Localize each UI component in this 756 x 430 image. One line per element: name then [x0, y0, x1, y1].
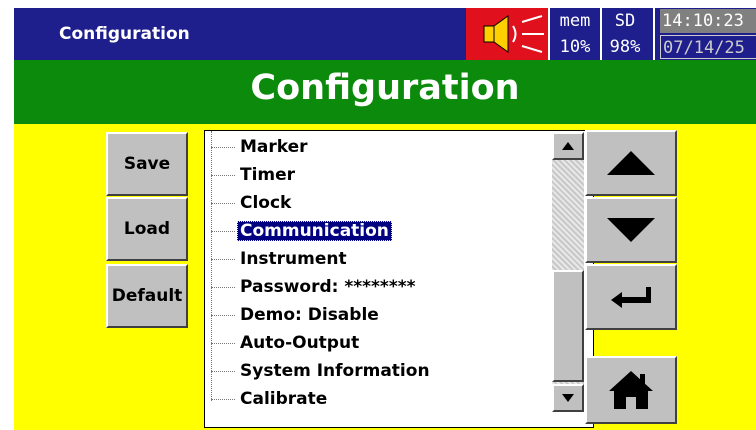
- list-item[interactable]: Timer: [211, 161, 298, 189]
- list-item-label: Demo: Disable: [240, 305, 379, 325]
- list-item[interactable]: Instrument: [211, 245, 350, 273]
- home-icon: [609, 371, 653, 409]
- top-status-bar: Configuration mem 10% SD 98% 14:10:23 07…: [14, 8, 756, 60]
- default-button[interactable]: Default: [106, 264, 188, 328]
- list-scrollbar[interactable]: [552, 132, 584, 412]
- config-tree-list: Marker Timer Clock Communication Instrum…: [204, 130, 594, 428]
- screen: Configuration mem 10% SD 98% 14:10:23 07…: [0, 0, 756, 430]
- down-arrow-icon: [607, 218, 655, 242]
- list-item[interactable]: System Information: [211, 357, 433, 385]
- enter-icon: [611, 287, 651, 308]
- app-title: Configuration: [59, 24, 190, 44]
- scroll-up-button[interactable]: [552, 132, 584, 160]
- up-arrow-button[interactable]: [585, 130, 677, 196]
- save-button[interactable]: Save: [106, 132, 188, 196]
- speaker-alarm-icon[interactable]: [466, 8, 548, 60]
- memory-value: 10%: [559, 37, 591, 57]
- load-button[interactable]: Load: [106, 197, 188, 261]
- list-item[interactable]: Demo: Disable: [211, 301, 382, 329]
- list-item-label: Password: ********: [240, 277, 416, 297]
- scroll-down-icon: [562, 394, 574, 402]
- enter-button[interactable]: [585, 264, 677, 330]
- page-title: Configuration: [250, 68, 520, 108]
- list-item-label: Clock: [240, 193, 292, 213]
- list-item-selected[interactable]: Communication: [211, 217, 392, 245]
- scroll-down-button[interactable]: [552, 384, 584, 412]
- date-value: 07/14/25: [660, 35, 756, 59]
- sd-value: 98%: [609, 37, 641, 57]
- list-item-label: Communication: [237, 221, 392, 241]
- main-panel: Save Load Default Marker Timer Clock Com…: [14, 124, 756, 430]
- sd-label: SD: [614, 11, 636, 31]
- memory-label: mem: [559, 11, 591, 31]
- list-item-label: System Information: [240, 361, 430, 381]
- sd-status: SD 98%: [600, 8, 648, 60]
- up-arrow-icon: [607, 151, 655, 175]
- down-arrow-button[interactable]: [585, 197, 677, 263]
- clock-display: 14:10:23 07/14/25: [653, 8, 756, 60]
- list-item[interactable]: Clock: [211, 189, 294, 217]
- list-item-label: Instrument: [240, 249, 347, 269]
- list-item-label: Timer: [240, 165, 296, 185]
- header-bar: Configuration: [14, 60, 756, 124]
- list-item[interactable]: Password: ********: [211, 273, 419, 301]
- list-item-label: Auto-Output: [240, 333, 360, 353]
- time-value: 14:10:23: [660, 9, 756, 33]
- list-item[interactable]: Calibrate: [211, 385, 330, 413]
- memory-status: mem 10%: [548, 8, 600, 60]
- list-item[interactable]: Auto-Output: [211, 329, 362, 357]
- home-button[interactable]: [585, 356, 677, 424]
- scroll-up-icon: [562, 142, 574, 150]
- list-item[interactable]: Marker: [211, 133, 311, 161]
- scrollbar-thumb[interactable]: [552, 270, 584, 382]
- list-item-label: Calibrate: [240, 389, 328, 409]
- list-item-label: Marker: [240, 137, 308, 157]
